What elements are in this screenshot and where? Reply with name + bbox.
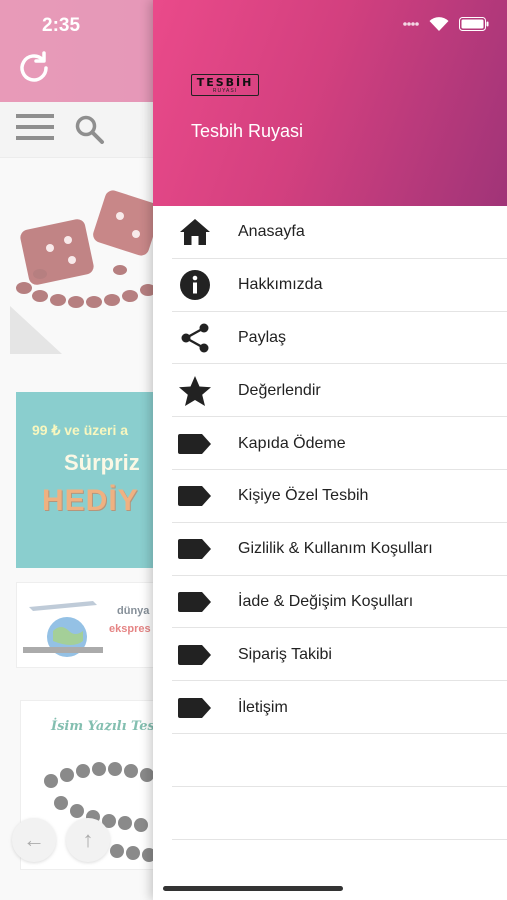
menu-item-gizlilik[interactable]: Gizlilik & Kullanım Koşulları (153, 523, 507, 576)
signal-icon (403, 22, 419, 26)
menu-label: Paylaş (238, 328, 287, 346)
menu-label: Anasayfa (238, 223, 305, 241)
brand-logo: TESBİH RUYASI (191, 74, 259, 96)
star-icon (177, 373, 213, 409)
menu-item-degerlendir[interactable]: Değerlendir (153, 364, 507, 417)
menu-label: Gizlilik & Kullanım Koşulları (238, 540, 433, 558)
menu-divider (153, 734, 507, 787)
menu-label: Hakkımızda (238, 276, 323, 294)
label-icon (177, 531, 213, 567)
logo-subtext: RUYASI (212, 88, 238, 94)
label-icon (177, 690, 213, 726)
menu-label: Değerlendir (238, 381, 321, 399)
menu-item-kapida-odeme[interactable]: Kapıda Ödeme (153, 417, 507, 470)
home-indicator[interactable] (163, 886, 343, 891)
drawer-menu: Anasayfa Hakkımızda Paylaş Değerlendir K… (153, 206, 507, 840)
menu-label: Kapıda Ödeme (238, 434, 346, 452)
share-icon (177, 320, 213, 356)
menu-label: Sipariş Takibi (238, 645, 332, 663)
label-icon (177, 426, 213, 462)
menu-item-iletisim[interactable]: İletişim (153, 681, 507, 734)
status-icons (403, 14, 489, 34)
battery-icon (459, 17, 489, 31)
drawer-app-title: Tesbih Ruyasi (191, 121, 304, 141)
label-icon (177, 478, 213, 514)
menu-item-siparis-takibi[interactable]: Sipariş Takibi (153, 628, 507, 681)
menu-item-anasayfa[interactable]: Anasayfa (153, 206, 507, 259)
label-icon (177, 637, 213, 673)
menu-item-iade-degisim[interactable]: İade & Değişim Koşulları (153, 576, 507, 629)
info-icon (177, 267, 213, 303)
drawer-header: TESBİH RUYASI Tesbih Ruyasi (153, 0, 507, 206)
menu-label: Kişiye Özel Tesbih (238, 487, 369, 505)
wifi-icon (429, 16, 449, 31)
menu-divider (153, 787, 507, 840)
menu-label: İade & Değişim Koşulları (238, 592, 414, 610)
menu-label: İletişim (238, 698, 288, 716)
navigation-drawer: TESBİH RUYASI Tesbih Ruyasi Anasayfa Hak… (153, 0, 507, 900)
menu-item-paylas[interactable]: Paylaş (153, 312, 507, 365)
home-icon (177, 214, 213, 250)
menu-item-hakkimizda[interactable]: Hakkımızda (153, 259, 507, 312)
menu-item-kisiye-ozel-tesbih[interactable]: Kişiye Özel Tesbih (153, 470, 507, 523)
label-icon (177, 584, 213, 620)
